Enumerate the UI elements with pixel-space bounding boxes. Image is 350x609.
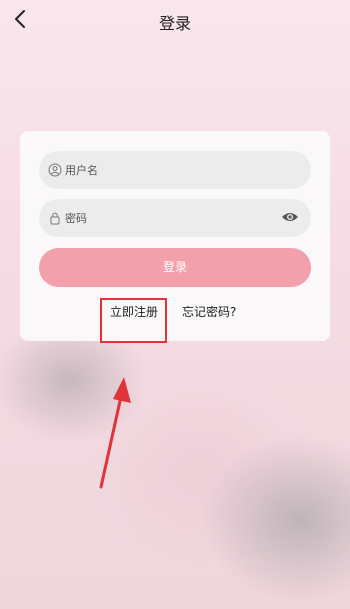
header-bar: 登录 (0, 0, 350, 40)
annotation-highlight-box (100, 298, 167, 343)
user-icon (48, 163, 62, 177)
username-field[interactable]: 用户名 (39, 151, 311, 189)
username-placeholder: 用户名 (65, 164, 98, 177)
login-button[interactable]: 登录 (39, 248, 311, 287)
eye-icon[interactable] (281, 210, 299, 224)
password-field[interactable]: 密码 (39, 199, 311, 237)
password-placeholder: 密码 (65, 212, 87, 225)
lock-icon (50, 212, 60, 225)
login-card: 用户名 密码 登录 立即注册 忘记密码? (20, 131, 330, 341)
page-title: 登录 (158, 14, 191, 33)
forgot-password-link[interactable]: 忘记密码? (182, 303, 236, 320)
